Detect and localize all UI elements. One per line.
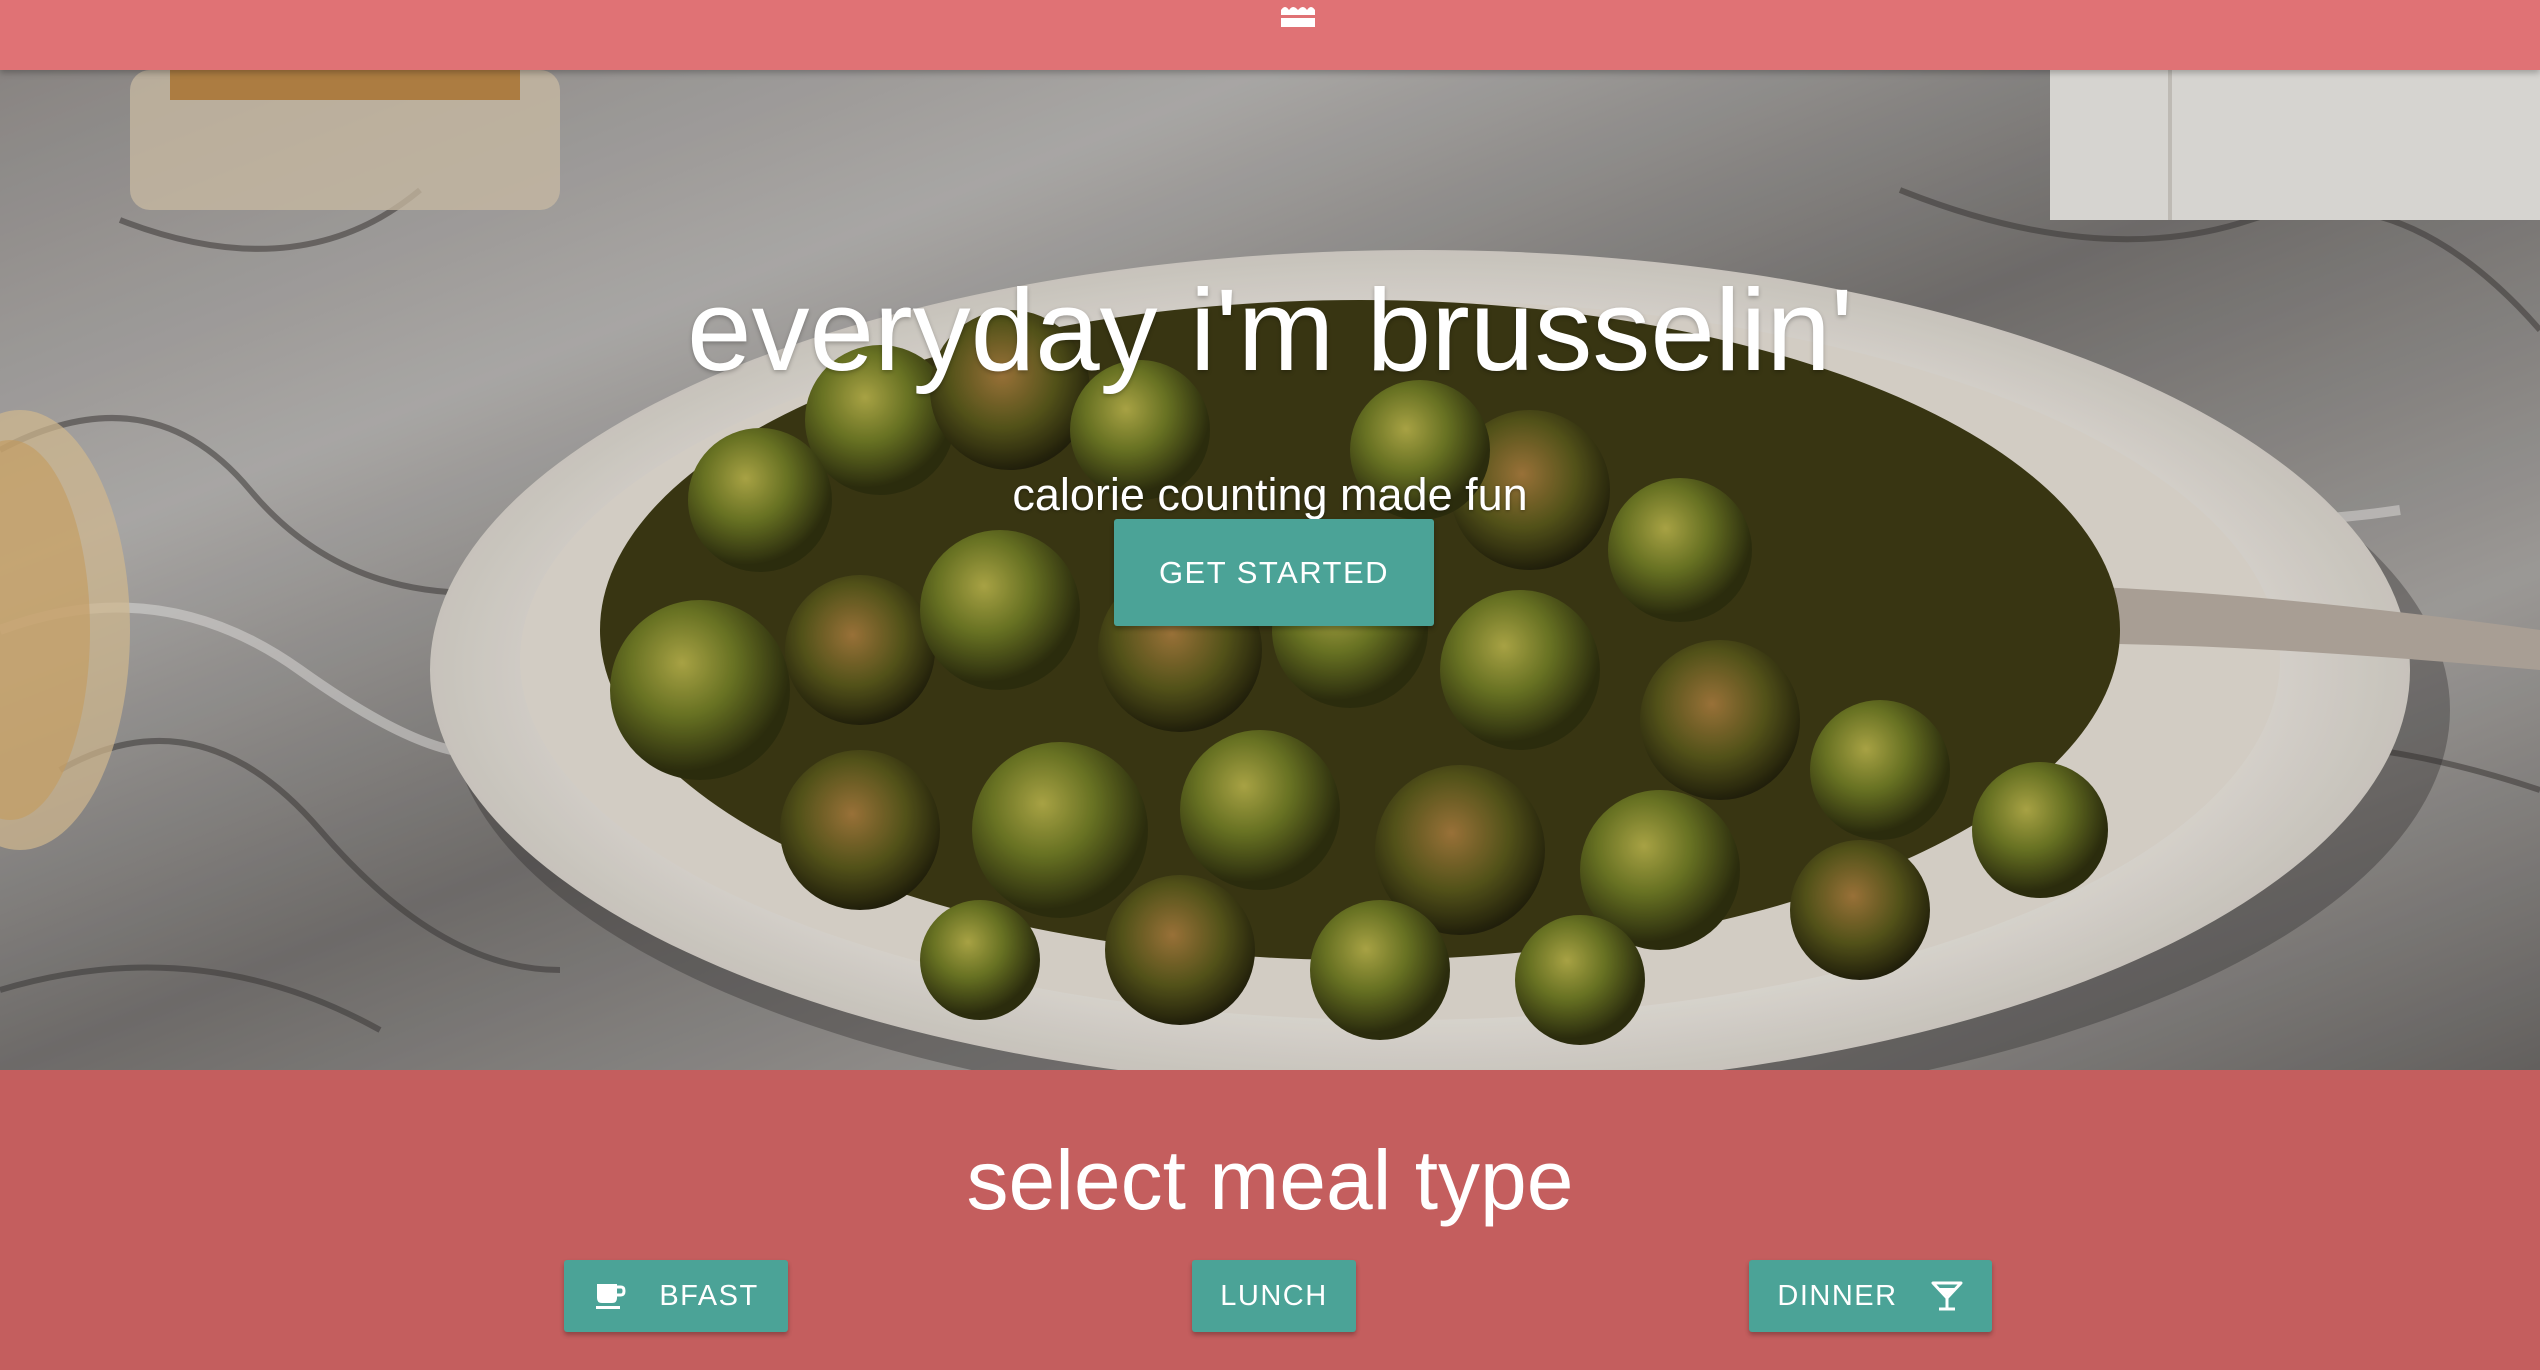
get-started-button[interactable]: GET STARTED [1114,519,1434,626]
hero-title: everyday i'm brusselin' [686,265,1854,395]
lunch-label: LUNCH [1220,1279,1328,1312]
dinner-label: DINNER [1777,1279,1898,1312]
cocktail-glass-icon [1931,1281,1963,1311]
breakfast-label: BFAST [659,1279,759,1312]
breakfast-button[interactable]: BFAST [564,1260,788,1332]
hero-section: everyday i'm brusselin' calorie counting… [0,70,2540,1070]
lunch-button[interactable]: LUNCH [1192,1260,1356,1332]
top-nav-bar [0,0,2540,70]
meal-type-section: select meal type BFAST LUNCH DINNER [0,1070,2540,1370]
hero-subtitle: calorie counting made fun [1012,469,1528,520]
cake-icon[interactable] [1279,0,1317,27]
meal-type-heading: select meal type [966,1133,1574,1227]
dinner-button[interactable]: DINNER [1749,1260,1992,1332]
coffee-cup-icon [596,1284,626,1309]
